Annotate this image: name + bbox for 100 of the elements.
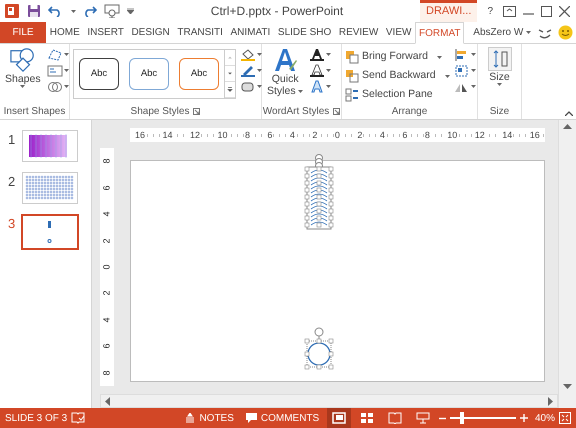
caret-icon[interactable] <box>257 85 262 88</box>
ribbon-tab[interactable]: SLIDE SHO <box>274 22 336 43</box>
spell-check-icon[interactable] <box>71 412 86 424</box>
ruler-number: 4 <box>102 212 112 217</box>
customize-icon[interactable] <box>127 8 134 14</box>
ribbon-tab[interactable]: REVIEW <box>335 22 382 43</box>
dialog-launcher-icon[interactable] <box>193 108 200 115</box>
fill-bucket-icon <box>240 48 256 61</box>
ribbon-tab[interactable]: ANIMATI <box>226 22 274 43</box>
shape-effects-button[interactable] <box>240 80 262 93</box>
text-fill-button[interactable] <box>309 48 332 61</box>
edit-shape-button[interactable] <box>46 48 69 61</box>
dialog-launcher-icon[interactable] <box>333 108 340 115</box>
caret-icon[interactable] <box>257 69 262 72</box>
zoom-in-icon[interactable] <box>520 414 528 422</box>
caret-icon[interactable] <box>64 69 69 72</box>
text-effects-icon <box>309 80 326 93</box>
selected-circle-drawing[interactable] <box>303 327 335 371</box>
slide-number: 3 <box>8 215 16 233</box>
style-sample[interactable]: Abc <box>79 58 119 90</box>
shape-effects-icon <box>240 80 256 93</box>
pen-outline-button[interactable] <box>240 64 262 77</box>
group-button[interactable] <box>454 64 476 77</box>
size-button[interactable]: Size <box>486 46 514 88</box>
scrollbar[interactable] <box>558 120 576 408</box>
slideshow-icon[interactable] <box>104 4 120 18</box>
ribbon-tab[interactable]: HOME <box>46 22 84 43</box>
slideshow-icon <box>416 412 430 424</box>
scroll-down-icon[interactable] <box>563 384 572 390</box>
caret-icon[interactable] <box>470 69 476 72</box>
edit-shape-icon <box>46 48 63 61</box>
group-label: Size <box>490 104 510 118</box>
group-label: Arrange <box>392 104 428 118</box>
ribbon-options-icon[interactable] <box>503 6 516 16</box>
ruler-number: 0 <box>102 264 112 270</box>
caret-icon[interactable] <box>526 31 532 34</box>
caret-icon[interactable] <box>298 90 304 93</box>
ribbon-tab[interactable]: TRANSITI <box>174 22 227 43</box>
normal-view-icon <box>332 412 346 424</box>
merge-shapes-icon <box>46 80 63 93</box>
caret-icon[interactable] <box>444 74 450 78</box>
scroll-right-icon[interactable] <box>548 396 554 406</box>
text-box-icon <box>46 64 63 77</box>
caret-icon[interactable] <box>497 83 502 86</box>
scrollbar[interactable] <box>100 394 558 408</box>
style-sample[interactable]: Abc <box>129 58 169 90</box>
quick-styles-button[interactable]: Quick Styles <box>265 46 306 98</box>
slide-thumbnail[interactable] <box>22 130 78 162</box>
ruler-number: 8 <box>102 370 112 376</box>
caret-icon[interactable] <box>20 85 26 88</box>
ruler-number: 2 <box>102 238 112 244</box>
comments-button[interactable]: COMMENTS <box>242 408 324 428</box>
account-button[interactable]: AbsZero W <box>470 22 534 43</box>
text-outline-button[interactable] <box>309 64 332 77</box>
scroll-up-icon[interactable] <box>563 123 572 129</box>
shapes-button[interactable]: Shapes <box>3 46 43 90</box>
selection-pane-icon <box>345 88 359 102</box>
caret-icon[interactable] <box>326 53 332 56</box>
slide-thumbnail[interactable] <box>22 172 78 204</box>
ribbon-tab[interactable]: FORMAT <box>415 22 464 44</box>
ribbon-tab[interactable]: INSERT <box>84 22 128 43</box>
close-icon[interactable] <box>559 6 570 16</box>
text-box-button[interactable] <box>46 64 69 77</box>
ribbon-tab[interactable]: DESIGN <box>128 22 174 43</box>
redo-icon[interactable] <box>83 5 97 17</box>
slide-thumbnail[interactable] <box>21 214 79 250</box>
fit-slide-icon[interactable] <box>559 412 571 424</box>
style-sample[interactable]: Abc <box>179 58 219 90</box>
ribbon-tab[interactable]: VIEW <box>382 22 416 43</box>
slider-thumb[interactable] <box>460 412 464 424</box>
caret-icon[interactable] <box>436 56 442 58</box>
arrange-command[interactable]: Selection Pane <box>345 86 450 104</box>
ruler-number: 6 <box>102 185 112 190</box>
fill-bucket-button[interactable] <box>240 48 262 61</box>
caret-icon[interactable] <box>257 53 262 56</box>
ruler-number: 16 <box>528 130 541 140</box>
caret-icon[interactable] <box>64 53 69 56</box>
text-effects-button[interactable] <box>309 80 332 93</box>
caret-icon[interactable] <box>71 10 76 12</box>
align-button[interactable] <box>454 48 476 61</box>
file-tab[interactable]: FILE <box>0 22 46 43</box>
caret-icon[interactable] <box>64 85 69 88</box>
notes-icon <box>185 413 196 423</box>
group-label: Insert Shapes <box>4 104 66 118</box>
view-button[interactable] <box>327 408 352 428</box>
collapse-ribbon-icon[interactable] <box>565 111 574 116</box>
caret-icon[interactable] <box>470 53 476 56</box>
caret-icon[interactable] <box>326 69 332 72</box>
arrange-command[interactable]: Send Backward <box>345 67 450 85</box>
notes-button[interactable]: NOTES <box>181 408 238 428</box>
merge-shapes-button[interactable] <box>46 80 69 93</box>
help-button[interactable]: ? <box>484 2 496 20</box>
arrange-command[interactable]: Bring Forward <box>345 48 450 66</box>
smiley-icon[interactable] <box>558 25 574 40</box>
save-icon[interactable] <box>27 4 41 18</box>
caret-icon[interactable] <box>470 85 476 88</box>
maximize-icon[interactable] <box>541 6 552 16</box>
caret-icon[interactable] <box>326 85 332 88</box>
scroll-left-icon[interactable] <box>104 396 110 406</box>
group-label: Shape Styles <box>130 104 190 118</box>
